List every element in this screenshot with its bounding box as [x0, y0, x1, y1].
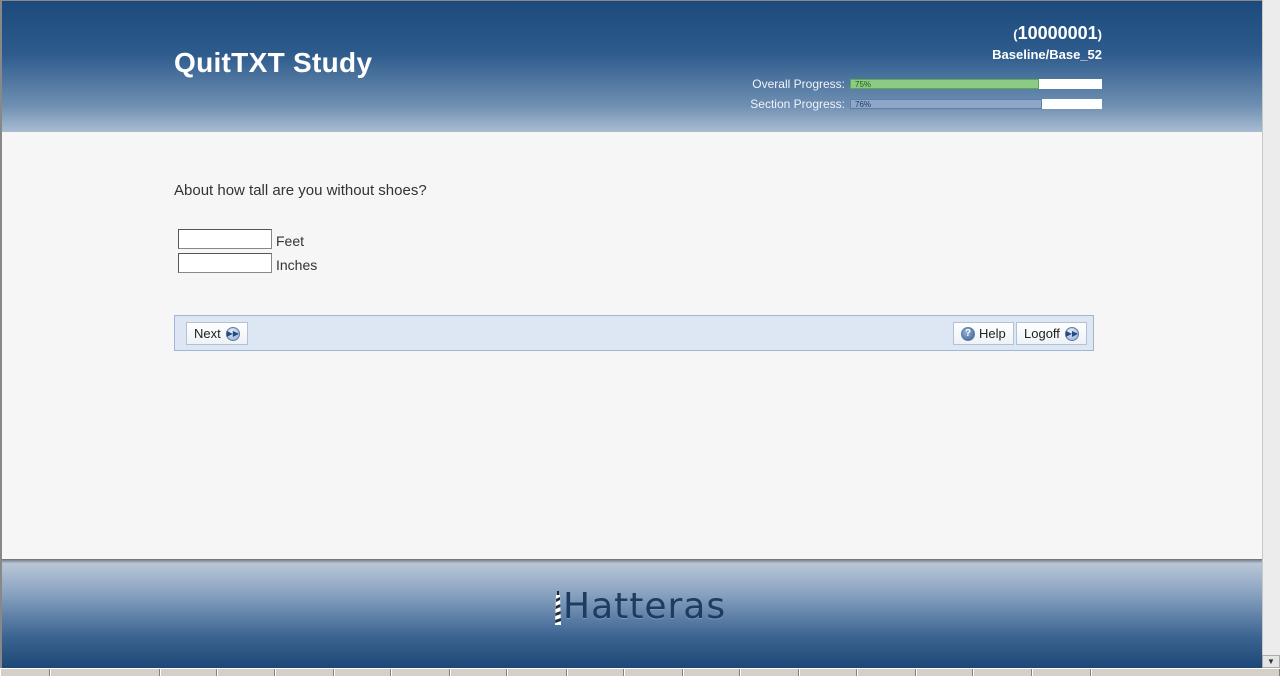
taskbar-item[interactable] — [1032, 669, 1092, 676]
lighthouse-icon — [555, 591, 561, 625]
next-button-label: Next — [194, 326, 221, 341]
taskbar-item[interactable] — [856, 669, 916, 676]
taskbar-item[interactable] — [973, 669, 1033, 676]
taskbar — [0, 668, 1280, 676]
taskbar-item[interactable] — [274, 669, 334, 676]
taskbar-item[interactable] — [217, 669, 275, 676]
section-progress-fill — [850, 99, 1042, 109]
section-path: Baseline/Base_52 — [992, 47, 1102, 62]
help-button-label: Help — [979, 326, 1006, 341]
feet-input[interactable] — [178, 229, 272, 249]
section-progress: Section Progress: 76% — [750, 97, 1102, 111]
arrow-right-circle-icon: ▶▶ — [1064, 326, 1079, 341]
inches-input[interactable] — [178, 253, 272, 273]
participant-id-value: 10000001 — [1017, 23, 1098, 43]
overall-progress-track: 75% — [850, 79, 1102, 89]
taskbar-item[interactable] — [683, 669, 741, 676]
overall-progress: Overall Progress: 75% — [752, 77, 1102, 91]
taskbar-item[interactable] — [623, 669, 684, 676]
feet-label: Feet — [276, 232, 305, 249]
page-header: QuitTXT Study (10000001) Baseline/Base_5… — [2, 1, 1262, 132]
taskbar-item[interactable] — [49, 669, 161, 676]
app-title: QuitTXT Study — [174, 47, 373, 78]
logoff-button-label: Logoff — [1024, 326, 1060, 341]
section-progress-value: 76% — [855, 100, 872, 109]
taskbar-item[interactable] — [0, 669, 50, 676]
next-button[interactable]: Next ▶▶ — [186, 322, 248, 345]
overall-progress-label: Overall Progress: — [752, 77, 845, 91]
taskbar-item[interactable] — [740, 669, 800, 676]
taskbar-item[interactable] — [391, 669, 451, 676]
taskbar-item[interactable] — [799, 669, 857, 676]
logo-text: Hatteras — [563, 586, 727, 627]
help-button[interactable]: ? Help — [953, 322, 1014, 345]
taskbar-item[interactable] — [450, 669, 508, 676]
taskbar-item[interactable] — [160, 669, 218, 676]
taskbar-item[interactable] — [915, 669, 974, 676]
page-footer: Hatteras — [2, 559, 1262, 669]
taskbar-item[interactable] — [566, 669, 624, 676]
scroll-down-arrow-icon[interactable]: ▼ — [1262, 655, 1280, 668]
browser-window: QuitTXT Study (10000001) Baseline/Base_5… — [0, 0, 1262, 669]
hatteras-logo: Hatteras — [554, 589, 726, 625]
navigation-bar: Next ▶▶ ? Help Logoff ▶▶ — [174, 315, 1094, 351]
section-progress-label: Section Progress: — [750, 97, 845, 111]
logoff-button[interactable]: Logoff ▶▶ — [1016, 322, 1087, 345]
overall-progress-value: 75% — [855, 80, 872, 89]
taskbar-item[interactable] — [507, 669, 567, 676]
inches-label: Inches — [276, 256, 318, 273]
taskbar-item[interactable] — [333, 669, 392, 676]
feet-row: Feet — [178, 229, 304, 249]
help-circle-icon: ? — [961, 326, 975, 341]
vertical-scrollbar[interactable] — [1262, 0, 1280, 668]
question-text: About how tall are you without shoes? — [174, 182, 427, 199]
arrow-right-circle-icon: ▶▶ — [225, 326, 240, 341]
section-progress-track: 76% — [850, 99, 1102, 109]
participant-id: (10000001) — [1013, 23, 1102, 43]
system-tray — [1091, 669, 1280, 676]
overall-progress-fill — [850, 79, 1039, 89]
inches-row: Inches — [178, 253, 317, 273]
